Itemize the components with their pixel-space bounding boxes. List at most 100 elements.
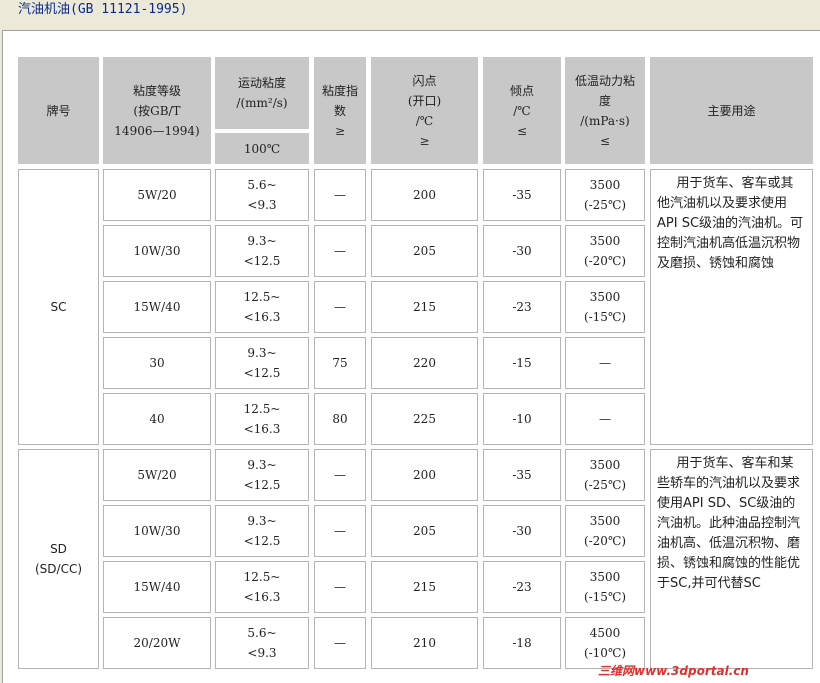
kinematic-viscosity-cell: 9.3~ <12.5 bbox=[215, 505, 309, 557]
kinematic-viscosity-cell: 5.6~ <9.3 bbox=[215, 617, 309, 669]
kinematic-viscosity-cell-line: 9.3~ bbox=[247, 514, 277, 528]
kinematic-viscosity-cell-line: 9.3~ bbox=[247, 234, 277, 248]
low-temp-viscosity-cell-line: (-20℃) bbox=[583, 534, 627, 548]
kinematic-viscosity-cell-line: <16.3 bbox=[243, 310, 281, 324]
viscosity-grade-cell: 10W/30 bbox=[103, 505, 211, 557]
viscosity-grade-cell: 20/20W bbox=[103, 617, 211, 669]
kinematic-viscosity-cell-line: 5.6~ bbox=[247, 178, 277, 192]
low-temp-viscosity-cell-line: 3500 bbox=[589, 458, 621, 472]
kinematic-viscosity-cell-line: 12.5~ bbox=[243, 570, 281, 584]
viscosity-grade-cell: 5W/20 bbox=[103, 449, 211, 501]
kinematic-viscosity-cell: 9.3~ <12.5 bbox=[215, 225, 309, 277]
pour-point-cell: -35 bbox=[483, 449, 561, 501]
header-low-temp-viscosity: 低温动力粘度 /(mPa·s) ≤ bbox=[565, 57, 645, 164]
low-temp-viscosity-cell-line: 3500 bbox=[589, 570, 621, 584]
kinematic-viscosity-cell-line: 9.3~ bbox=[247, 458, 277, 472]
viscosity-index-cell: — bbox=[314, 225, 366, 277]
header-low-temp-viscosity-line: 度 bbox=[598, 93, 611, 108]
group-grade-line: SD bbox=[50, 542, 67, 556]
header-flash-point-line: ≥ bbox=[419, 133, 430, 148]
header-pour-point: 倾点 /℃ ≤ bbox=[483, 57, 561, 164]
header-viscosity-index-line: 数 bbox=[333, 103, 346, 118]
header-low-temp-viscosity-line: ≤ bbox=[599, 133, 611, 148]
kinematic-viscosity-cell: 12.5~ <16.3 bbox=[215, 393, 309, 445]
header-viscosity-index-line: 粘度指 bbox=[321, 83, 358, 98]
low-temp-viscosity-cell-line: (-15℃) bbox=[583, 590, 627, 604]
viscosity-index-cell: — bbox=[314, 561, 366, 613]
viscosity-grade-cell: 15W/40 bbox=[103, 281, 211, 333]
viscosity-grade-cell: 30 bbox=[103, 337, 211, 389]
viscosity-index-cell: — bbox=[314, 617, 366, 669]
header-low-temp-viscosity-line: 低温动力粘 bbox=[574, 73, 635, 88]
pour-point-cell: -35 bbox=[483, 169, 561, 221]
pour-point-cell: -23 bbox=[483, 281, 561, 333]
viscosity-grade-cell: 5W/20 bbox=[103, 169, 211, 221]
flash-point-cell: 200 bbox=[371, 169, 478, 221]
viscosity-index-cell: — bbox=[314, 169, 366, 221]
header-viscosity-grade: 粘度等级 (按GB/T 14906—1994) bbox=[103, 57, 211, 164]
flash-point-cell: 210 bbox=[371, 617, 478, 669]
header-viscosity-index: 粘度指数 ≥ bbox=[314, 57, 366, 164]
viscosity-index-cell: — bbox=[314, 449, 366, 501]
pour-point-cell: -23 bbox=[483, 561, 561, 613]
kinematic-viscosity-cell-line: <9.3 bbox=[247, 646, 277, 660]
kinematic-viscosity-cell: 9.3~ <12.5 bbox=[215, 449, 309, 501]
kinematic-viscosity-cell-line: 5.6~ bbox=[247, 626, 277, 640]
kinematic-viscosity-cell-line: 12.5~ bbox=[243, 290, 281, 304]
header-kinematic-viscosity-line: 运动粘度 bbox=[237, 76, 286, 90]
group-grade: SC bbox=[18, 169, 99, 445]
kinematic-viscosity-cell-line: 9.3~ bbox=[247, 346, 277, 360]
low-temp-viscosity-cell-line: 3500 bbox=[589, 290, 621, 304]
low-temp-viscosity-cell: — bbox=[565, 393, 645, 445]
pour-point-cell: -10 bbox=[483, 393, 561, 445]
pour-point-cell: -30 bbox=[483, 505, 561, 557]
kinematic-viscosity-cell-line: 12.5~ bbox=[243, 402, 281, 416]
viscosity-grade-cell: 40 bbox=[103, 393, 211, 445]
kinematic-viscosity-cell-line: <16.3 bbox=[243, 422, 281, 436]
flash-point-cell: 200 bbox=[371, 449, 478, 501]
header-temp-100: 100℃ bbox=[215, 133, 309, 164]
content-panel: 牌号 粘度等级 (按GB/T 14906—1994) 运动粘度/(mm²/s) 100℃ 粘… bbox=[2, 30, 820, 683]
group-grade-line: SC bbox=[50, 300, 67, 314]
header-viscosity-grade-line: 14906—1994) bbox=[114, 123, 200, 138]
low-temp-viscosity-cell-line: 4500 bbox=[589, 626, 621, 640]
low-temp-viscosity-cell-line: — bbox=[599, 412, 611, 426]
flash-point-cell: 225 bbox=[371, 393, 478, 445]
header-viscosity-index-line: ≥ bbox=[334, 123, 346, 138]
low-temp-viscosity-cell-line: (-25℃) bbox=[583, 478, 627, 492]
kinematic-viscosity-cell-line: <12.5 bbox=[243, 254, 281, 268]
title-bar: 汽油机油(GB 11121-1995) bbox=[0, 0, 820, 26]
low-temp-viscosity-cell: 3500 (-15℃) bbox=[565, 561, 645, 613]
header-viscosity-grade-line: (按GB/T bbox=[133, 103, 181, 118]
kinematic-viscosity-cell: 9.3~ <12.5 bbox=[215, 337, 309, 389]
low-temp-viscosity-cell-line: (-20℃) bbox=[583, 254, 627, 268]
kinematic-viscosity-cell-line: <12.5 bbox=[243, 478, 281, 492]
flash-point-cell: 205 bbox=[371, 225, 478, 277]
viscosity-index-cell: — bbox=[314, 281, 366, 333]
header-flash-point-line: (开口) bbox=[407, 93, 442, 108]
low-temp-viscosity-cell: 3500 (-25℃) bbox=[565, 169, 645, 221]
pour-point-cell: -18 bbox=[483, 617, 561, 669]
viscosity-index-cell: 80 bbox=[314, 393, 366, 445]
header-flash-point-line: /℃ bbox=[415, 113, 434, 128]
low-temp-viscosity-cell: 3500 (-25℃) bbox=[565, 449, 645, 501]
low-temp-viscosity-cell-line: 3500 bbox=[589, 234, 621, 248]
header-low-temp-viscosity-line: /(mPa·s) bbox=[580, 113, 630, 128]
flash-point-cell: 205 bbox=[371, 505, 478, 557]
group-grade: SD (SD/CC) bbox=[18, 449, 99, 669]
header-flash-point-line: 闪点 bbox=[412, 73, 437, 88]
header-pour-point-line: 倾点 bbox=[509, 83, 534, 98]
low-temp-viscosity-cell: 3500 (-20℃) bbox=[565, 505, 645, 557]
kinematic-viscosity-cell-line: <9.3 bbox=[247, 198, 277, 212]
group-usage: 用于货车、客车和某些轿车的汽油机以及要求使用API SD、SC级油的汽油机。此种… bbox=[650, 449, 813, 669]
header-kinematic-viscosity-line: /(mm²/s) bbox=[236, 96, 288, 110]
viscosity-index-cell: 75 bbox=[314, 337, 366, 389]
watermark: 三维网www.3dportal.cn bbox=[598, 664, 749, 678]
kinematic-viscosity-cell: 5.6~ <9.3 bbox=[215, 169, 309, 221]
pour-point-cell: -30 bbox=[483, 225, 561, 277]
kinematic-viscosity-cell-line: <12.5 bbox=[243, 534, 281, 548]
kinematic-viscosity-cell-line: <16.3 bbox=[243, 590, 281, 604]
pour-point-cell: -15 bbox=[483, 337, 561, 389]
header-flash-point: 闪点 (开口) /℃ ≥ bbox=[371, 57, 478, 164]
header-pour-point-line: /℃ bbox=[513, 103, 531, 118]
